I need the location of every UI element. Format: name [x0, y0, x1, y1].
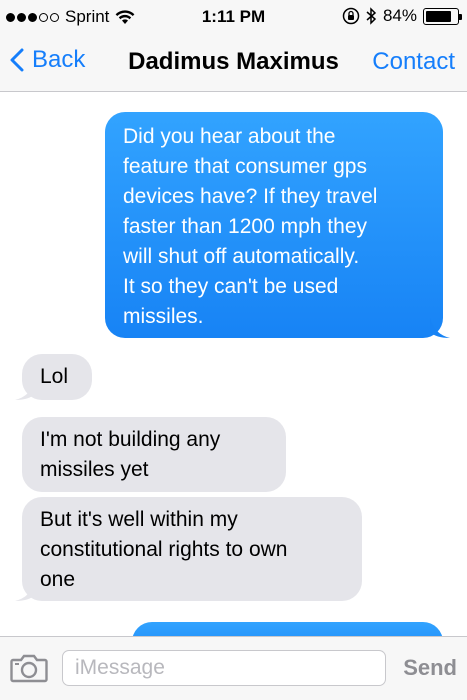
battery-fill [426, 10, 452, 22]
message-input-bar: Send [0, 636, 467, 700]
back-label: Back [32, 46, 86, 73]
message-input[interactable] [62, 650, 386, 686]
bubble-tail [430, 318, 450, 338]
status-bar: Sprint 1:11 PM 84% [0, 0, 467, 34]
contact-button[interactable]: Contact [372, 48, 455, 76]
battery-percent: 84% [382, 6, 417, 25]
bubble-tail [15, 581, 35, 601]
incoming-message-bubble[interactable]: Lol [15, 354, 92, 400]
status-right: 84% [342, 6, 462, 26]
message-text: I'm not building any missiles yet [40, 428, 221, 481]
battery-cap [459, 13, 462, 20]
message-text: But it's well within my constitutional r… [40, 508, 288, 591]
chevron-left-icon [10, 48, 24, 72]
send-button[interactable]: Send [403, 655, 457, 681]
bubble-tail [15, 380, 35, 400]
outgoing-message-bubble-partial[interactable] [132, 622, 443, 636]
camera-icon [10, 654, 48, 683]
battery-icon [423, 7, 462, 25]
bluetooth-icon [366, 7, 377, 25]
message-text: Did you hear about the feature that cons… [123, 125, 378, 328]
orientation-lock-icon [342, 7, 360, 25]
camera-button[interactable] [10, 653, 48, 688]
message-text: Lol [40, 365, 69, 388]
outgoing-message-bubble[interactable]: Did you hear about the feature that cons… [105, 112, 450, 338]
navigation-bar: Back Dadimus Maximus Contact [0, 34, 467, 92]
message-thread[interactable]: Did you hear about the feature that cons… [0, 92, 467, 636]
incoming-message-bubble[interactable]: But it's well within my constitutional r… [15, 497, 362, 601]
incoming-message-bubble[interactable]: I'm not building any missiles yet [22, 417, 286, 492]
back-button[interactable]: Back [10, 46, 85, 74]
